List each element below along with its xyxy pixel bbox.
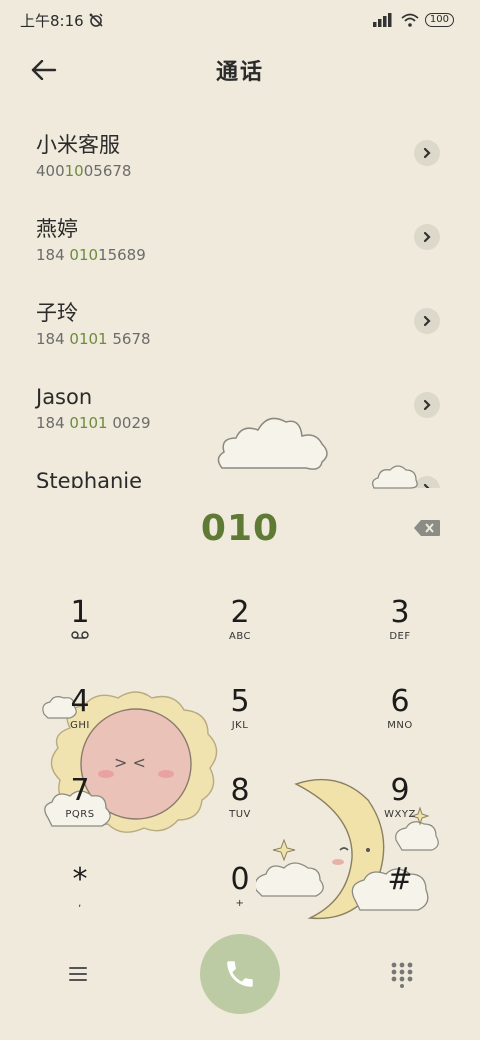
dialpad-icon[interactable] [388,960,416,988]
key-letters: DEF [389,631,411,642]
key-digit: 8 [230,773,250,808]
key-star[interactable]: * , [20,863,140,933]
key-6[interactable]: 6 MNO [340,685,460,755]
contact-number-part: 15689 [98,246,146,264]
chevron-right-icon [423,147,431,159]
key-letters: JKL [231,720,249,731]
key-letters: , [78,898,82,909]
cloud-icon [372,465,418,489]
backspace-button[interactable] [413,516,441,540]
contact-number-match: 010 [69,246,99,264]
contact-detail-button[interactable] [414,140,440,166]
contact-number: 184 0101 5678 [36,328,480,350]
key-digit: 0 [230,862,250,897]
contact-number-part: 400 [36,162,65,180]
signal-icon [372,13,392,27]
key-digit: 4 [70,684,90,719]
svg-text:> <: > < [114,753,146,772]
key-digit: * [72,862,88,897]
contact-number-match: 0101 [69,330,108,348]
key-5[interactable]: 5 JKL [180,685,300,755]
key-digit: # [387,862,413,897]
back-button[interactable] [28,54,60,86]
key-8[interactable]: 8 TUV [180,774,300,844]
key-digit: 2 [230,595,250,630]
key-letters: TUV [229,809,251,820]
arrow-left-icon [31,60,57,80]
cloud-icon [217,417,328,470]
contact-number-part: 184 [36,246,70,264]
key-letters: + [235,898,245,909]
battery-icon: 100 [424,13,454,27]
contact-detail-button[interactable] [414,392,440,418]
key-letters: WXYZ [384,809,416,820]
key-letters [340,897,460,911]
chevron-right-icon [423,231,431,243]
key-digit: 7 [70,773,90,808]
wifi-icon [401,13,419,27]
key-1[interactable]: 1 [20,596,140,666]
status-left: 上午8:16 [20,10,104,31]
voicemail-icon [20,630,140,644]
phone-icon [227,961,253,987]
status-bar: 上午8:16 100 [0,0,480,40]
contact-detail-button[interactable] [414,308,440,334]
contact-number-part: 5678 [107,330,151,348]
contact-number-match: 0101 [69,414,108,432]
contact-item[interactable]: 燕婷 184 01015689 [0,202,480,286]
dialed-number: 010 [200,507,280,549]
menu-icon [69,967,87,981]
contact-number: 184 01015689 [36,244,480,266]
status-time: 上午8:16 [20,11,84,30]
key-digit: 9 [390,773,410,808]
key-4[interactable]: 4 GHI [20,685,140,755]
key-9[interactable]: 9 WXYZ [340,774,460,844]
contact-number: 4001005678 [36,160,480,182]
menu-button[interactable] [64,962,92,986]
chevron-right-icon [423,399,431,411]
key-0[interactable]: 0 + [180,863,300,933]
contact-number-part: 05678 [83,162,132,180]
key-letters: GHI [70,720,90,731]
contact-number-part: 184 [36,330,70,348]
contact-number-match: 10 [64,162,84,180]
dial-display: 010 [0,500,480,556]
key-2[interactable]: 2 ABC [180,596,300,666]
contact-item[interactable]: 子玲 184 0101 5678 [0,286,480,370]
key-hash[interactable]: # [340,863,460,933]
key-letters: MNO [387,720,413,731]
key-digit: 5 [230,684,250,719]
key-7[interactable]: 7 PQRS [20,774,140,844]
chevron-right-icon [423,483,430,488]
key-digit: 6 [390,684,410,719]
header: 通话 [0,46,480,94]
contact-number-part: 0029 [107,414,151,432]
contact-detail-button[interactable] [414,224,440,250]
key-letters: ABC [228,631,251,642]
call-button[interactable] [200,934,280,1014]
key-digit: 1 [70,595,90,630]
key-3[interactable]: 3 DEF [340,596,460,666]
bottom-bar [0,934,480,1016]
alarm-off-icon [89,13,103,27]
contact-number-part: 184 [36,414,70,432]
key-letters: PQRS [65,809,95,820]
page-title: 通话 [215,60,264,85]
status-right: 100 [372,13,454,27]
chevron-right-icon [423,315,431,327]
key-digit: 3 [390,595,410,630]
contact-item[interactable]: 小米客服 4001005678 [0,118,480,202]
